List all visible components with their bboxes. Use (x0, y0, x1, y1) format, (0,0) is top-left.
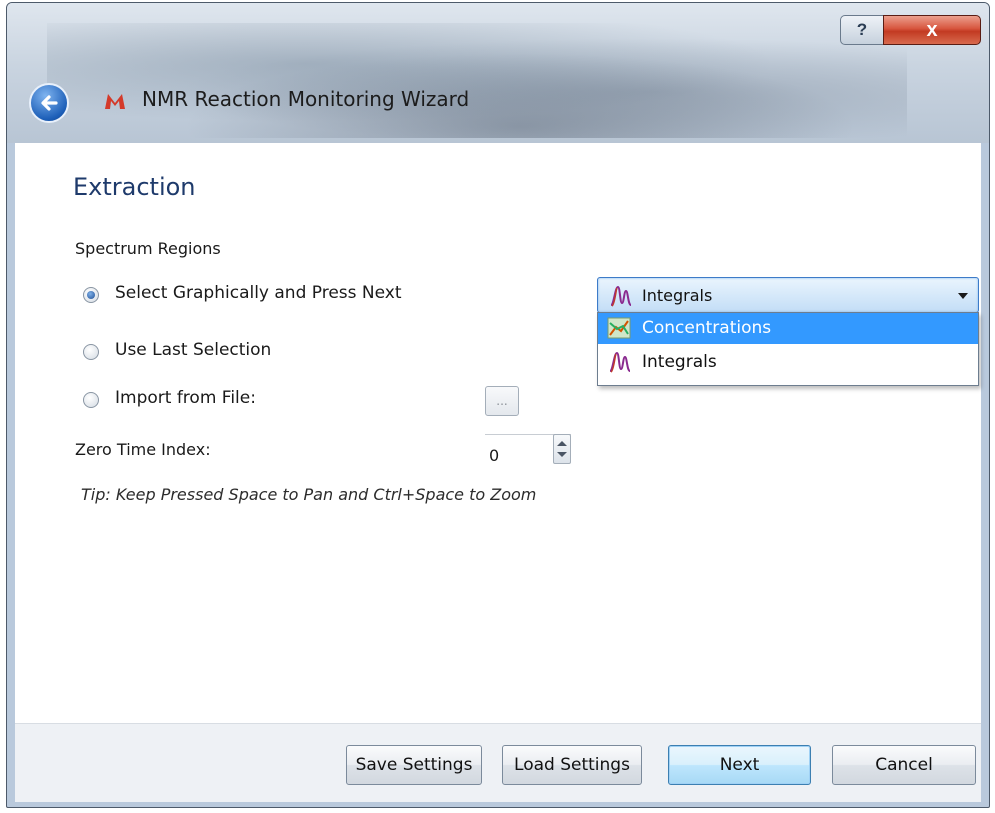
title-bar: ? x NMR Reaction Monitoring Wizard (7, 3, 989, 143)
load-settings-button[interactable]: Load Settings (502, 745, 642, 785)
integrals-icon (610, 285, 632, 307)
next-button[interactable]: Next (668, 745, 811, 785)
wizard-window: ? x NMR Reaction Monitoring Wizard Extra… (6, 2, 990, 808)
cancel-button[interactable]: Cancel (832, 745, 976, 785)
radio-label-select-graphically: Select Graphically and Press Next (115, 283, 402, 303)
output-type-dropdown[interactable]: Integrals (597, 277, 979, 313)
help-button[interactable]: ? (840, 15, 884, 45)
zero-time-input[interactable]: 0 (489, 441, 555, 469)
close-button[interactable]: x (883, 15, 981, 45)
radio-use-last-selection[interactable] (83, 344, 99, 360)
chevron-down-icon (958, 293, 968, 299)
radio-import-from-file[interactable] (83, 392, 99, 408)
spin-up-icon[interactable] (557, 441, 567, 446)
title-bar-background (47, 23, 907, 138)
spin-down-icon[interactable] (557, 452, 567, 457)
radio-label-use-last-selection: Use Last Selection (115, 340, 272, 360)
zero-time-spinner[interactable] (553, 434, 571, 464)
dropdown-selected-value: Integrals (642, 286, 713, 305)
dropdown-option-integrals[interactable]: Integrals (598, 347, 978, 378)
back-arrow-icon (41, 95, 58, 111)
dropdown-option-concentrations[interactable]: Concentrations (598, 313, 978, 344)
dropdown-option-label: Integrals (642, 352, 717, 372)
browse-file-button[interactable]: ... (485, 386, 519, 416)
save-settings-button[interactable]: Save Settings (346, 745, 482, 785)
button-bar: Save Settings Load Settings Next Cancel (15, 723, 981, 802)
page-title: Extraction (73, 173, 196, 201)
back-button[interactable] (29, 83, 69, 123)
section-label: Spectrum Regions (75, 239, 221, 258)
wizard-page: Extraction Spectrum Regions Select Graph… (15, 143, 981, 723)
concentrations-icon (607, 317, 631, 339)
window-title: NMR Reaction Monitoring Wizard (142, 87, 470, 111)
integrals-icon (609, 351, 631, 373)
radio-label-import-from-file: Import from File: (115, 388, 256, 408)
dropdown-option-label: Concentrations (642, 318, 772, 338)
zero-time-label: Zero Time Index: (75, 440, 211, 459)
output-type-dropdown-list: Concentrations Integrals (597, 312, 979, 386)
app-logo-icon (103, 89, 127, 113)
tip-text: Tip: Keep Pressed Space to Pan and Ctrl+… (81, 485, 537, 504)
radio-select-graphically[interactable] (83, 287, 99, 303)
